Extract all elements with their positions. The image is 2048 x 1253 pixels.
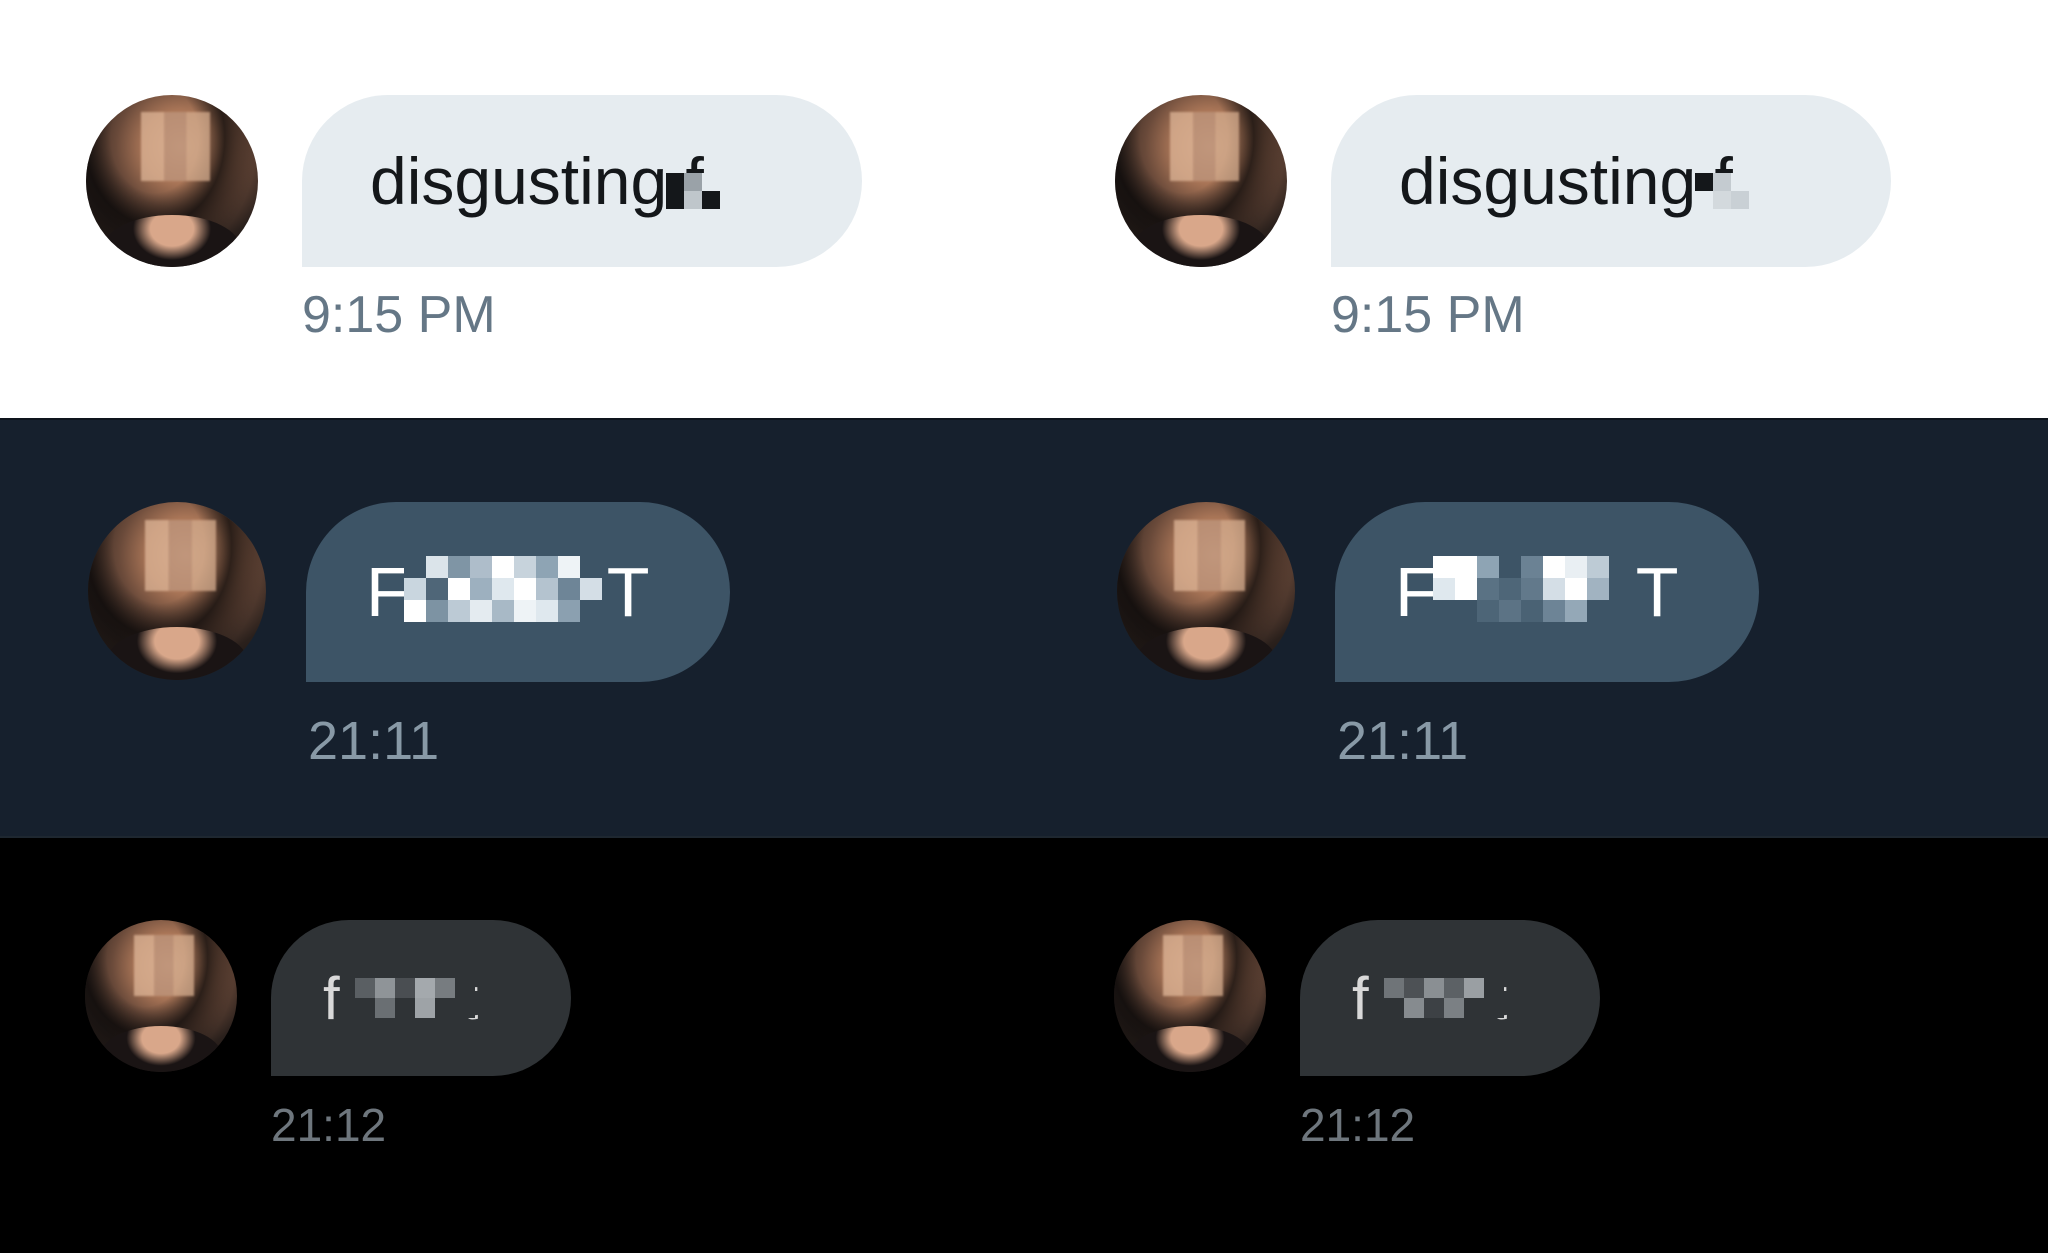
- message-timestamp: 21:12: [1300, 1099, 1416, 1151]
- avatar[interactable]: [1114, 920, 1266, 1072]
- message-timestamp: 9:15 PM: [302, 286, 496, 344]
- message-timestamp: 21:12: [271, 1099, 387, 1151]
- censor-pixelation: [666, 173, 720, 209]
- black-theme-panel: f t 21:12 f t 21:12: [0, 836, 2048, 1253]
- message-text-end: T: [606, 553, 650, 631]
- message-bubble[interactable]: f t: [271, 920, 571, 1076]
- censor-pixelation: [1384, 978, 1504, 1018]
- dim-theme-panel: F T 21:11 F T 21:11: [0, 418, 2048, 836]
- censor-pixelation: [404, 556, 602, 622]
- message-text-end: T: [1635, 553, 1679, 631]
- message-timestamp: 21:11: [308, 711, 440, 771]
- avatar[interactable]: [85, 920, 237, 1072]
- censor-pixelation: [355, 978, 475, 1018]
- message-bubble[interactable]: F T: [1335, 502, 1759, 682]
- message-text: f: [1352, 964, 1369, 1032]
- light-theme-panel: disgusting f 9:15 PM disgusting f 9:15 P…: [0, 0, 2048, 418]
- message-bubble[interactable]: disgusting f: [1331, 95, 1891, 267]
- message-text: disgusting f: [1399, 144, 1733, 218]
- message-timestamp: 9:15 PM: [1331, 286, 1525, 344]
- message-text: f: [323, 964, 340, 1032]
- avatar[interactable]: [88, 502, 266, 680]
- avatar[interactable]: [86, 95, 258, 267]
- censor-pixelation: [1433, 556, 1631, 622]
- message-text: F: [366, 553, 409, 631]
- message-text: disgusting f: [370, 144, 704, 218]
- message-bubble[interactable]: f t: [1300, 920, 1600, 1076]
- censor-pixelation: [1695, 173, 1749, 209]
- message-bubble[interactable]: F T: [306, 502, 730, 682]
- message-bubble[interactable]: disgusting f: [302, 95, 862, 267]
- message-timestamp: 21:11: [1337, 711, 1469, 771]
- avatar[interactable]: [1117, 502, 1295, 680]
- message-text: F: [1395, 553, 1438, 631]
- avatar[interactable]: [1115, 95, 1287, 267]
